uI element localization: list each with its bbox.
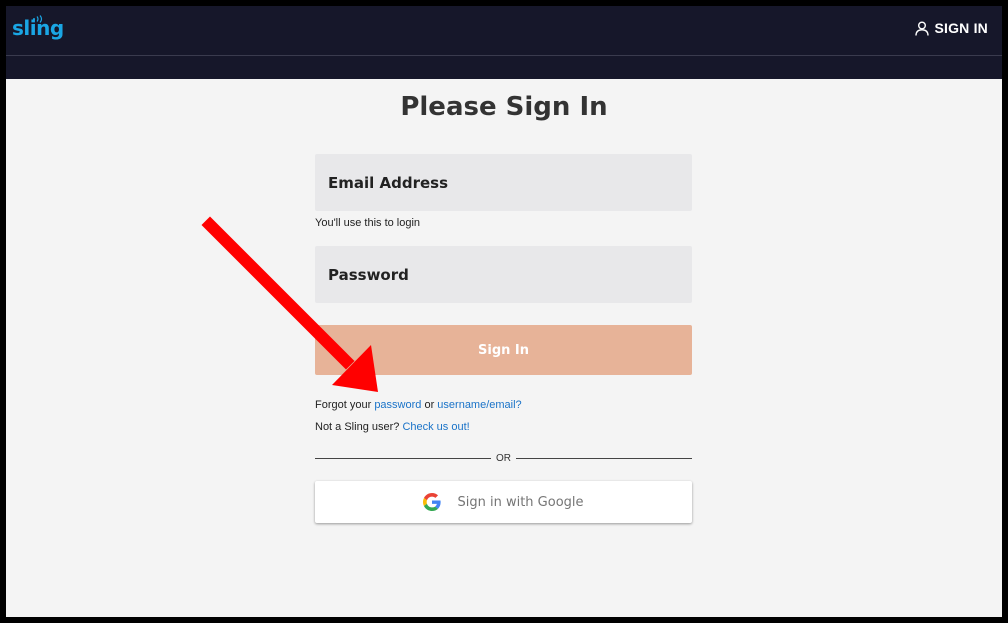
google-icon xyxy=(423,493,442,511)
not-user-prefix: Not a Sling user? xyxy=(315,421,403,433)
divider-label: OR xyxy=(496,453,511,464)
page-title: Please Sign In xyxy=(400,92,608,122)
forgot-credentials-text: Forgot your password or username/email? xyxy=(315,399,522,411)
forgot-username-link[interactable]: username/email? xyxy=(437,399,521,411)
email-hint: You'll use this to login xyxy=(315,217,421,229)
top-nav-bar: sling SIGN IN xyxy=(6,6,1002,55)
email-input[interactable] xyxy=(315,154,692,211)
password-field-container xyxy=(315,246,692,303)
forgot-or: or xyxy=(421,399,438,411)
header-sign-in-link[interactable]: SIGN IN xyxy=(915,18,988,38)
password-input[interactable] xyxy=(315,246,692,303)
google-sign-in-button[interactable]: Sign in with Google xyxy=(315,481,692,523)
google-sign-in-label: Sign in with Google xyxy=(457,494,584,510)
divider-line-right xyxy=(516,458,692,459)
not-user-text: Not a Sling user? Check us out! xyxy=(315,421,470,433)
red-arrow-annotation xyxy=(201,216,378,392)
check-us-out-link[interactable]: Check us out! xyxy=(402,421,469,433)
user-icon xyxy=(915,21,930,36)
forgot-password-link[interactable]: password xyxy=(374,399,421,411)
forgot-prefix: Forgot your xyxy=(315,399,375,411)
sign-in-button[interactable]: Sign In xyxy=(315,325,692,375)
logo-text: sling xyxy=(12,16,64,40)
email-field-container xyxy=(315,154,692,211)
or-divider: OR xyxy=(315,452,692,466)
page-frame: sling SIGN IN Please Sign In You'll use … xyxy=(6,6,1002,617)
sub-nav-bar xyxy=(6,56,1002,79)
sling-logo[interactable]: sling xyxy=(12,15,64,41)
header-sign-in-label: SIGN IN xyxy=(934,20,988,36)
